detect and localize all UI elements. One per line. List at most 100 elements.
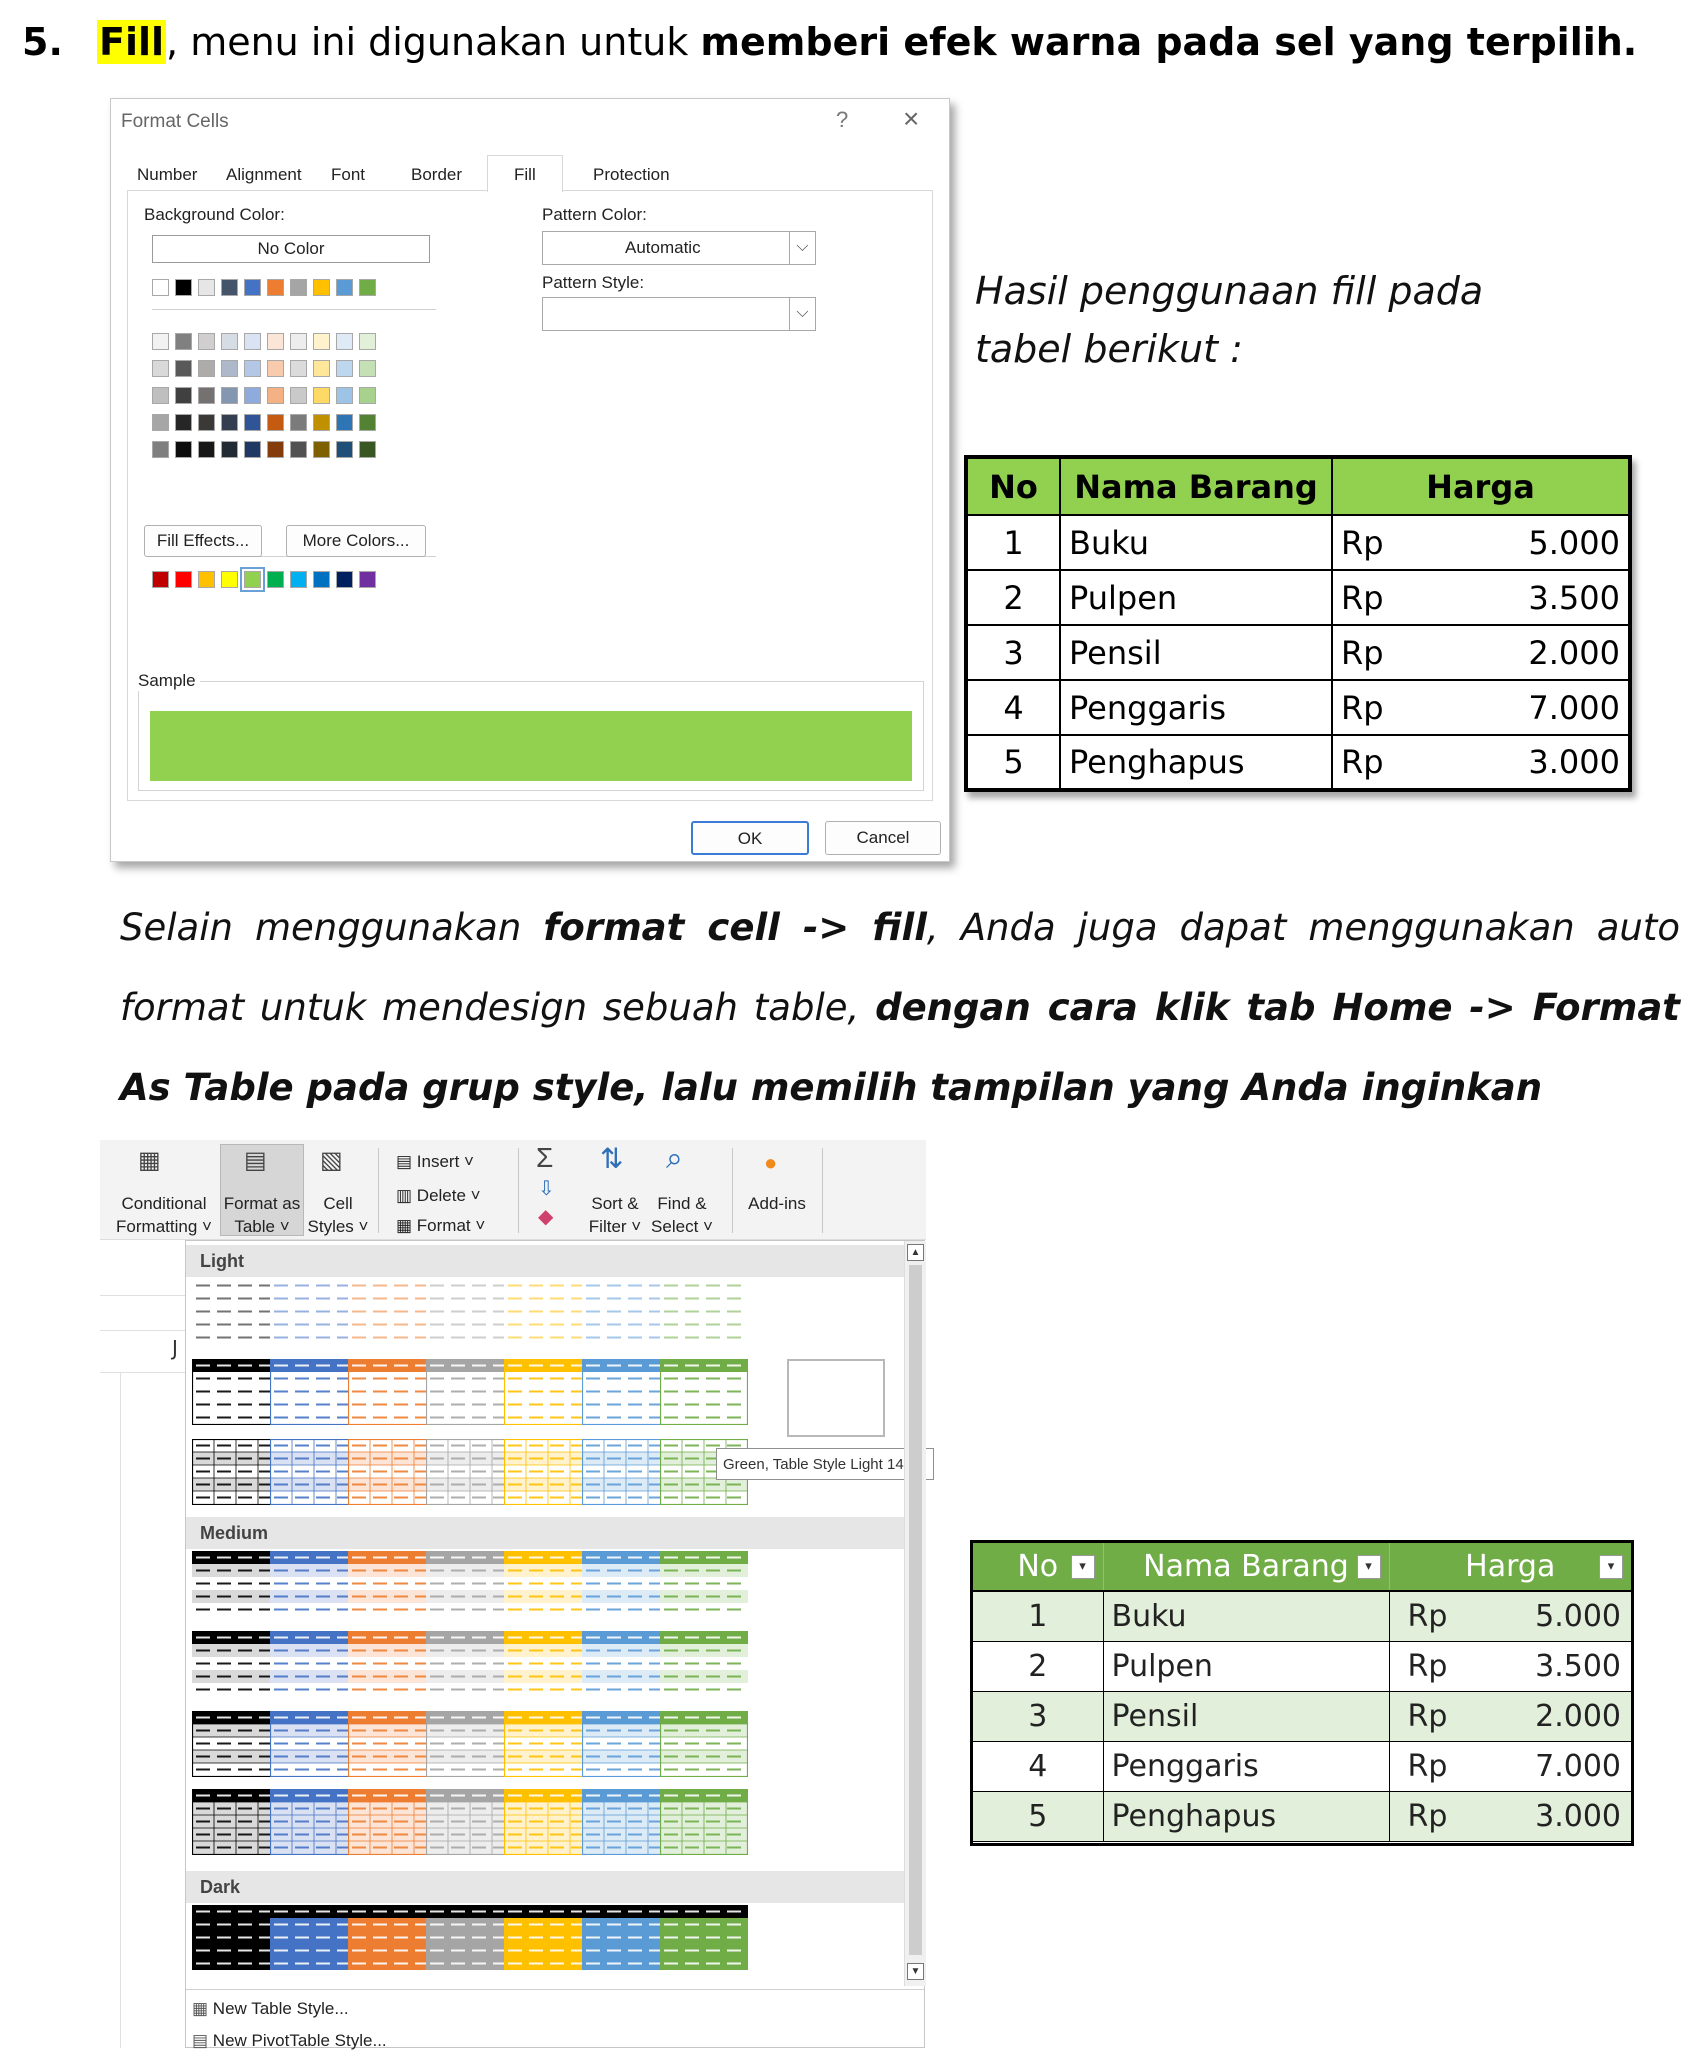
color-swatch[interactable]	[152, 279, 169, 296]
color-swatch[interactable]	[198, 279, 215, 296]
table-style-thumbnail[interactable]	[660, 1711, 748, 1777]
color-swatch[interactable]	[290, 441, 307, 458]
color-swatch[interactable]	[290, 387, 307, 404]
pattern-style-dropdown[interactable]: ⌵	[542, 297, 816, 331]
table-style-thumbnail[interactable]	[582, 1439, 670, 1505]
format-as-table-button[interactable]: Format as Table ˅	[220, 1192, 304, 1238]
more-colors-button[interactable]: More Colors...	[286, 525, 426, 557]
color-swatch[interactable]	[359, 279, 376, 296]
table-style-thumbnail[interactable]	[504, 1711, 592, 1777]
color-swatch[interactable]	[244, 414, 261, 431]
color-swatch[interactable]	[198, 333, 215, 350]
table-style-thumbnail[interactable]	[348, 1631, 436, 1697]
tab-font[interactable]: Font	[331, 165, 365, 185]
color-swatch[interactable]	[175, 414, 192, 431]
table-style-thumbnail[interactable]	[270, 1631, 358, 1697]
fill-down-icon[interactable]: ⇩	[538, 1176, 555, 1201]
filter-dropdown-icon[interactable]: ▾	[1599, 1555, 1623, 1579]
tab-number[interactable]: Number	[137, 165, 197, 185]
color-swatch[interactable]	[267, 387, 284, 404]
table-style-thumbnail[interactable]	[270, 1359, 358, 1425]
table-style-thumbnail[interactable]	[426, 1279, 514, 1345]
gallery-scrollbar[interactable]: ▲ ▼	[904, 1241, 926, 1986]
color-swatch[interactable]	[313, 360, 330, 377]
table-style-thumbnail[interactable]	[348, 1359, 436, 1425]
table-style-thumbnail[interactable]	[192, 1631, 280, 1697]
color-swatch[interactable]	[244, 441, 261, 458]
table-style-thumbnail[interactable]	[426, 1631, 514, 1697]
table-style-thumbnail[interactable]	[426, 1789, 514, 1855]
color-swatch[interactable]	[221, 387, 238, 404]
scroll-up-icon[interactable]: ▲	[907, 1244, 924, 1261]
table-style-thumbnail[interactable]	[660, 1359, 748, 1425]
color-swatch[interactable]	[336, 441, 353, 458]
table-style-thumbnail[interactable]	[348, 1439, 436, 1505]
color-swatch[interactable]	[290, 333, 307, 350]
new-pivottable-style-item[interactable]: ▤ New PivotTable Style...	[192, 2031, 387, 2051]
color-swatch[interactable]	[175, 333, 192, 350]
table-style-thumbnail[interactable]	[348, 1711, 436, 1777]
tab-alignment[interactable]: Alignment	[226, 165, 302, 185]
table-style-thumbnail[interactable]	[192, 1359, 280, 1425]
color-swatch[interactable]	[152, 387, 169, 404]
table-style-thumbnail[interactable]	[660, 1789, 748, 1855]
fill-effects-button[interactable]: Fill Effects...	[144, 525, 262, 557]
color-swatch[interactable]	[152, 360, 169, 377]
standard-color-swatch[interactable]	[175, 571, 192, 588]
conditional-formatting-button[interactable]: Conditional Formatting ˅	[112, 1192, 216, 1238]
cell-styles-button[interactable]: Cell Styles ˅	[306, 1192, 370, 1238]
color-swatch[interactable]	[221, 441, 238, 458]
insert-button[interactable]: ▤ Insert ˅	[396, 1150, 474, 1173]
table-style-thumbnail[interactable]	[582, 1359, 670, 1425]
table-style-thumbnail[interactable]	[426, 1439, 514, 1505]
color-swatch[interactable]	[175, 441, 192, 458]
table-style-thumbnail[interactable]	[192, 1439, 280, 1505]
table-style-thumbnail[interactable]	[426, 1359, 514, 1425]
color-swatch[interactable]	[244, 279, 261, 296]
color-swatch[interactable]	[267, 414, 284, 431]
new-table-style-item[interactable]: ▦ New Table Style...	[192, 1999, 349, 2019]
table-style-thumbnail[interactable]	[270, 1905, 358, 1971]
table-style-thumbnail[interactable]	[270, 1279, 358, 1345]
standard-color-swatch[interactable]	[152, 571, 169, 588]
filter-dropdown-icon[interactable]: ▾	[1356, 1555, 1381, 1579]
table-style-thumbnail[interactable]	[582, 1789, 670, 1855]
color-swatch[interactable]	[313, 387, 330, 404]
standard-color-swatch[interactable]	[313, 571, 330, 588]
table-style-thumbnail[interactable]	[348, 1279, 436, 1345]
close-icon[interactable]: ×	[903, 103, 919, 135]
table-style-thumbnail[interactable]	[504, 1279, 592, 1345]
tab-fill[interactable]: Fill	[487, 155, 563, 192]
sort-filter-button[interactable]: Sort & Filter ˅	[584, 1192, 646, 1238]
color-swatch[interactable]	[359, 441, 376, 458]
color-swatch[interactable]	[198, 387, 215, 404]
table-style-thumbnail[interactable]	[192, 1711, 280, 1777]
standard-color-swatch[interactable]	[336, 571, 353, 588]
table-style-thumbnail[interactable]	[270, 1711, 358, 1777]
color-swatch[interactable]	[336, 279, 353, 296]
table-style-thumbnail[interactable]	[348, 1905, 436, 1971]
color-swatch[interactable]	[175, 279, 192, 296]
color-swatch[interactable]	[198, 414, 215, 431]
color-swatch[interactable]	[359, 414, 376, 431]
color-swatch[interactable]	[198, 441, 215, 458]
table-style-thumbnail[interactable]	[192, 1905, 280, 1971]
add-ins-button[interactable]: Add-ins	[740, 1192, 814, 1215]
table-style-thumbnail[interactable]	[582, 1279, 670, 1345]
format-button[interactable]: ▦ Format ˅	[396, 1214, 485, 1237]
standard-color-swatch[interactable]	[221, 571, 238, 588]
find-select-button[interactable]: Find & Select ˅	[648, 1192, 716, 1238]
color-swatch[interactable]	[336, 333, 353, 350]
color-swatch[interactable]	[359, 387, 376, 404]
color-swatch[interactable]	[221, 279, 238, 296]
color-swatch[interactable]	[152, 441, 169, 458]
color-swatch[interactable]	[267, 333, 284, 350]
table-style-thumbnail[interactable]	[660, 1279, 748, 1345]
table-style-thumbnail[interactable]	[582, 1905, 670, 1971]
color-swatch[interactable]	[359, 333, 376, 350]
ok-button[interactable]: OK	[691, 821, 809, 855]
color-swatch[interactable]	[336, 360, 353, 377]
table-style-thumbnail[interactable]	[270, 1551, 358, 1617]
delete-button[interactable]: ▥ Delete ˅	[396, 1184, 481, 1207]
table-style-thumbnail[interactable]	[426, 1905, 514, 1971]
